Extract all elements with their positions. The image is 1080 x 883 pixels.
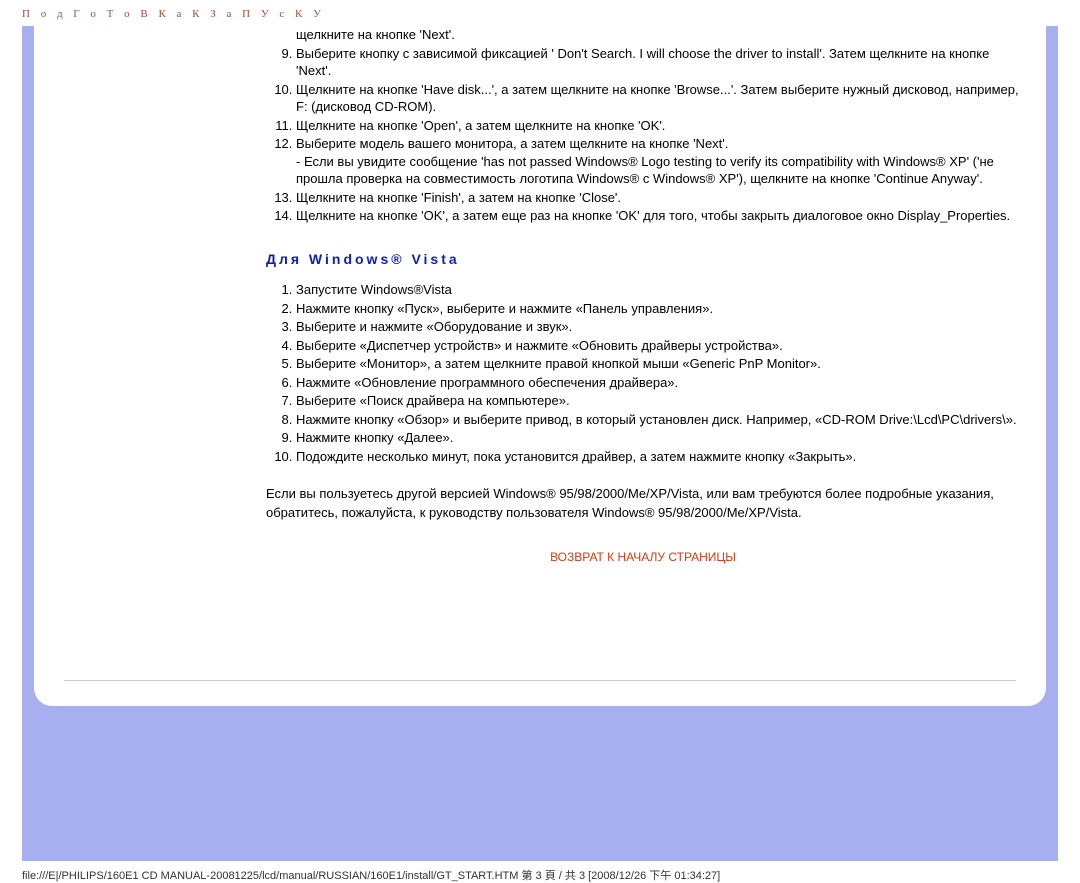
page-header: П о д Г о Т о В К а К З а П У с К У (22, 8, 325, 20)
vista-step-4: Выберите «Диспетчер устройств» и нажмите… (296, 337, 1022, 355)
vista-step-10: Подождите несколько минут, пока установи… (296, 448, 1022, 466)
vista-step-6: Нажмите «Обновление программного обеспеч… (296, 374, 1022, 392)
content-body: щелкните на кнопке 'Next'. Выберите кноп… (34, 26, 1046, 628)
vista-steps-list: Запустите Windows®Vista Нажмите кнопку «… (264, 281, 1022, 465)
vista-step-5: Выберите «Монитор», а затем щелкните пра… (296, 355, 1022, 373)
xp-step-14: Щелкните на кнопке 'OK', а затем еще раз… (296, 207, 1022, 225)
vista-step-2: Нажмите кнопку «Пуск», выберите и нажмит… (296, 300, 1022, 318)
xp-step-8-partial: щелкните на кнопке 'Next'. (296, 26, 1022, 44)
vista-step-3: Выберите и нажмите «Оборудование и звук»… (296, 318, 1022, 336)
back-to-top-link[interactable]: ВОЗВРАТ К НАЧАЛУ СТРАНИЦЫ (264, 550, 1022, 564)
vista-step-9: Нажмите кнопку «Далее». (296, 429, 1022, 447)
status-bar: file:///E|/PHILIPS/160E1 CD MANUAL-20081… (0, 861, 1080, 883)
vista-step-7: Выберите «Поиск драйвера на компьютере». (296, 392, 1022, 410)
vista-step-1: Запустите Windows®Vista (296, 281, 1022, 299)
closing-paragraph: Если вы пользуетесь другой версией Windo… (266, 485, 1022, 521)
xp-step-12: Выберите модель вашего монитора, а затем… (296, 135, 1022, 188)
xp-step-13: Щелкните на кнопке 'Finish', а затем на … (296, 189, 1022, 207)
background-panel: щелкните на кнопке 'Next'. Выберите кноп… (22, 26, 1058, 861)
xp-step-10: Щелкните на кнопке 'Have disk...', а зат… (296, 81, 1022, 116)
xp-step-11: Щелкните на кнопке 'Open', а затем щелкн… (296, 117, 1022, 135)
vista-heading: Для Windows® Vista (266, 251, 1022, 267)
vista-step-8: Нажмите кнопку «Обзор» и выберите привод… (296, 411, 1022, 429)
xp-step-12-sub: - Если вы увидите сообщение 'has not pas… (296, 154, 994, 187)
header-strip: П о д Г о Т о В К а К З а П У с К У (0, 0, 1080, 26)
xp-steps-list-cont: Выберите кнопку с зависимой фиксацией ' … (264, 45, 1022, 225)
content-card: щелкните на кнопке 'Next'. Выберите кноп… (34, 26, 1046, 706)
divider (64, 680, 1016, 681)
xp-step-9: Выберите кнопку с зависимой фиксацией ' … (296, 45, 1022, 80)
xp-steps-list: щелкните на кнопке 'Next'. (264, 26, 1022, 44)
xp-step-12-text: Выберите модель вашего монитора, а затем… (296, 136, 728, 151)
